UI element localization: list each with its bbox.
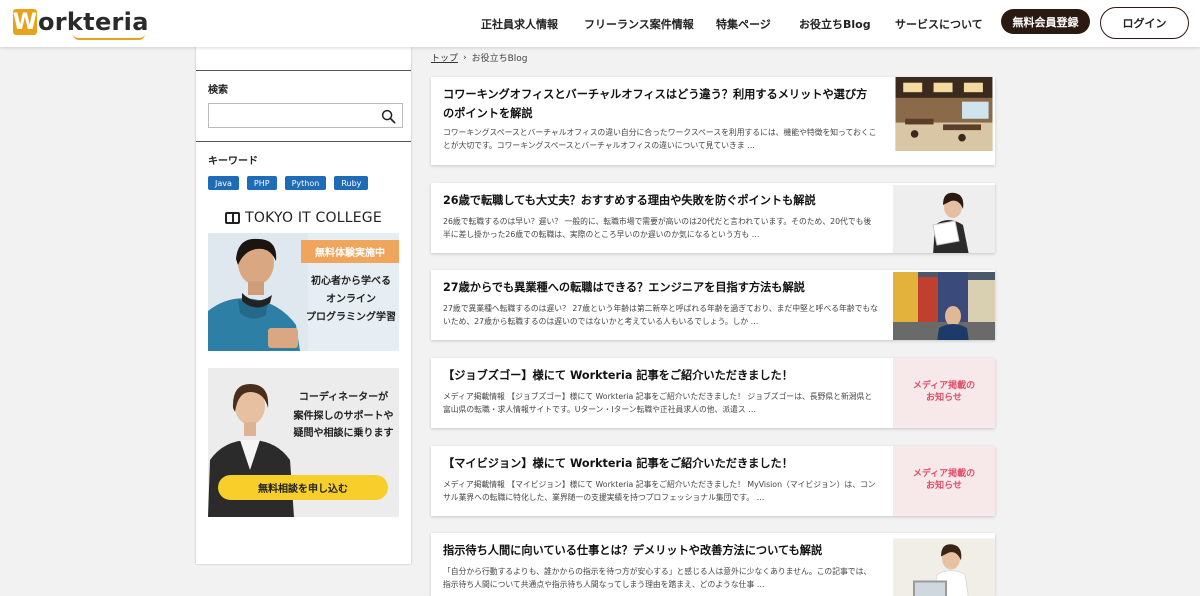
article-card[interactable]: 指示待ち人間に向いている仕事とは？デメリットや改善方法についても解説 「自分から… [431,533,995,596]
article-excerpt: 「自分から行動するよりも、誰かからの指示を待つ方が安心する」と感じる人は意外に少… [443,567,872,589]
tag-ruby[interactable]: Ruby [334,176,369,190]
tokyo-it-college-banner[interactable]: TOKYO IT COLLEGE 無料体験実施中 初心者から学べる オンライン … [208,203,399,351]
media-notice-thumbnail-text: メディア掲載の お知らせ [893,380,995,404]
keyword-label: キーワード [208,156,258,167]
thumb-text-line: メディア掲載の [912,469,976,479]
breadcrumb-separator: › [463,52,467,63]
search-icon[interactable] [381,109,396,124]
article-thumbnail[interactable] [893,270,995,340]
article-title[interactable]: コワーキングオフィスとバーチャルオフィスはどう違う？利用するメリットや選び方のポ… [443,85,878,123]
article-title[interactable]: 【マイビジョン】様にて Workteria 記事をご紹介いただきました！ [443,454,878,473]
article-card[interactable]: 【ジョブズゴー】様にて Workteria 記事をご紹介いただきました！ メディ… [431,358,995,428]
search-input[interactable] [209,105,374,128]
nav-feature-pages[interactable]: 特集ページ [716,16,771,32]
tag-php[interactable]: PHP [246,176,277,190]
search-label: 検索 [208,85,228,96]
breadcrumb-home[interactable]: トップ [431,51,458,64]
register-button[interactable]: 無料会員登録 [1001,9,1090,34]
sidebar: 検索 キーワード Java PHP Python Ruby TOKYO IT C… [196,47,411,564]
article-thumbnail[interactable] [893,77,995,155]
article-excerpt: 27歳で異業種へ転職するのは遅い？ 27歳という年齢は第二新卒と呼ばれる年齢を過… [443,304,878,326]
nav-fulltime-jobs[interactable]: 正社員求人情報 [481,16,558,32]
free-consultation-button[interactable]: 無料相談を申し込む [218,475,388,500]
nav-blog[interactable]: お役立ちBlog [799,16,871,32]
article-thumbnail[interactable]: メディア掲載の お知らせ [893,446,995,516]
thumb-text-line: お知らせ [926,393,962,403]
nav-about-service[interactable]: サービスについて [895,16,983,32]
article-title[interactable]: 指示待ち人間に向いている仕事とは？デメリットや改善方法についても解説 [443,541,878,560]
college-logo-icon [225,212,241,224]
article-thumbnail[interactable] [893,533,995,596]
sidebar-divider [196,70,411,71]
article-excerpt: コワーキングスペースとバーチャルオフィスの違い自分に合ったワークスペースを利用す… [443,128,877,150]
keyword-tags: Java PHP Python Ruby [208,176,369,190]
breadcrumb: トップ › お役立ちBlog [431,51,528,65]
article-excerpt: メディア掲載情報 【ジョブズゴー】様にて Workteria 記事をご紹介いただ… [443,392,873,414]
coordinator-consult-banner[interactable]: コーディネーターが 案件探しのサポートや 疑問や相談に乗ります 無料相談を申し込… [208,368,399,517]
banner2-line: コーディネーターが [298,392,389,403]
breadcrumb-current: お役立ちBlog [471,54,528,64]
login-button[interactable]: ログイン [1100,7,1189,39]
city-crowd-thumbnail-image [893,272,995,340]
logo-text: orkteria [38,8,149,36]
laptop-worker-thumbnail-image [893,538,995,596]
article-title[interactable]: 27歳からでも異業種への転職はできる？エンジニアを目指す方法も解説 [443,278,878,297]
office-thumbnail-image [895,77,993,151]
banner2-line: 案件探しのサポートや [293,411,394,422]
sidebar-divider [196,141,411,142]
article-card[interactable]: 27歳からでも異業種への転職はできる？エンジニアを目指す方法も解説 27歳で異業… [431,270,995,340]
logo-mark: W [12,9,38,35]
article-title[interactable]: 26歳で転職しても大丈夫？おすすめする理由や失敗を防ぐポイントも解説 [443,191,878,210]
student-photo [208,233,308,351]
worried-worker-thumbnail-image [893,185,995,253]
banner1-line: オンライン [326,294,376,305]
site-header: W orkteria 正社員求人情報 フリーランス案件情報 特集ページ お役立ち… [0,0,1200,47]
article-excerpt: メディア掲載情報 【マイビジョン】様にて Workteria 記事をご紹介いただ… [443,480,876,502]
banner2-line: 疑問や相談に乗ります [293,428,394,439]
thumb-text-line: お知らせ [926,481,962,491]
article-thumbnail[interactable] [893,183,995,253]
school-name: TOKYO IT COLLEGE [245,210,382,226]
logo-swoosh [73,34,145,40]
search-field[interactable] [208,103,403,128]
tag-python[interactable]: Python [284,176,327,190]
article-card[interactable]: 26歳で転職しても大丈夫？おすすめする理由や失敗を防ぐポイントも解説 26歳で転… [431,183,995,253]
banner1-line: 初心者から学べる [311,276,391,287]
article-card[interactable]: コワーキングオフィスとバーチャルオフィスはどう違う？利用するメリットや選び方のポ… [431,77,995,165]
thumb-text-line: メディア掲載の [912,381,976,391]
article-excerpt: 26歳で転職するのは早い？遅い？ 一般的に、転職市場で需要が高いのは20代だと言… [443,217,872,239]
banner1-line: プログラミング学習 [306,312,396,323]
free-trial-badge: 無料体験実施中 [301,240,399,263]
media-notice-thumbnail-text: メディア掲載の お知らせ [893,468,995,492]
tag-java[interactable]: Java [208,176,239,190]
workteria-logo[interactable]: W orkteria [12,6,149,40]
article-title[interactable]: 【ジョブズゴー】様にて Workteria 記事をご紹介いただきました！ [443,366,878,385]
article-thumbnail[interactable]: メディア掲載の お知らせ [893,358,995,428]
article-card[interactable]: 【マイビジョン】様にて Workteria 記事をご紹介いただきました！ メディ… [431,446,995,516]
school-name-bar: TOKYO IT COLLEGE [208,203,399,233]
nav-freelance-projects[interactable]: フリーランス案件情報 [584,16,694,32]
